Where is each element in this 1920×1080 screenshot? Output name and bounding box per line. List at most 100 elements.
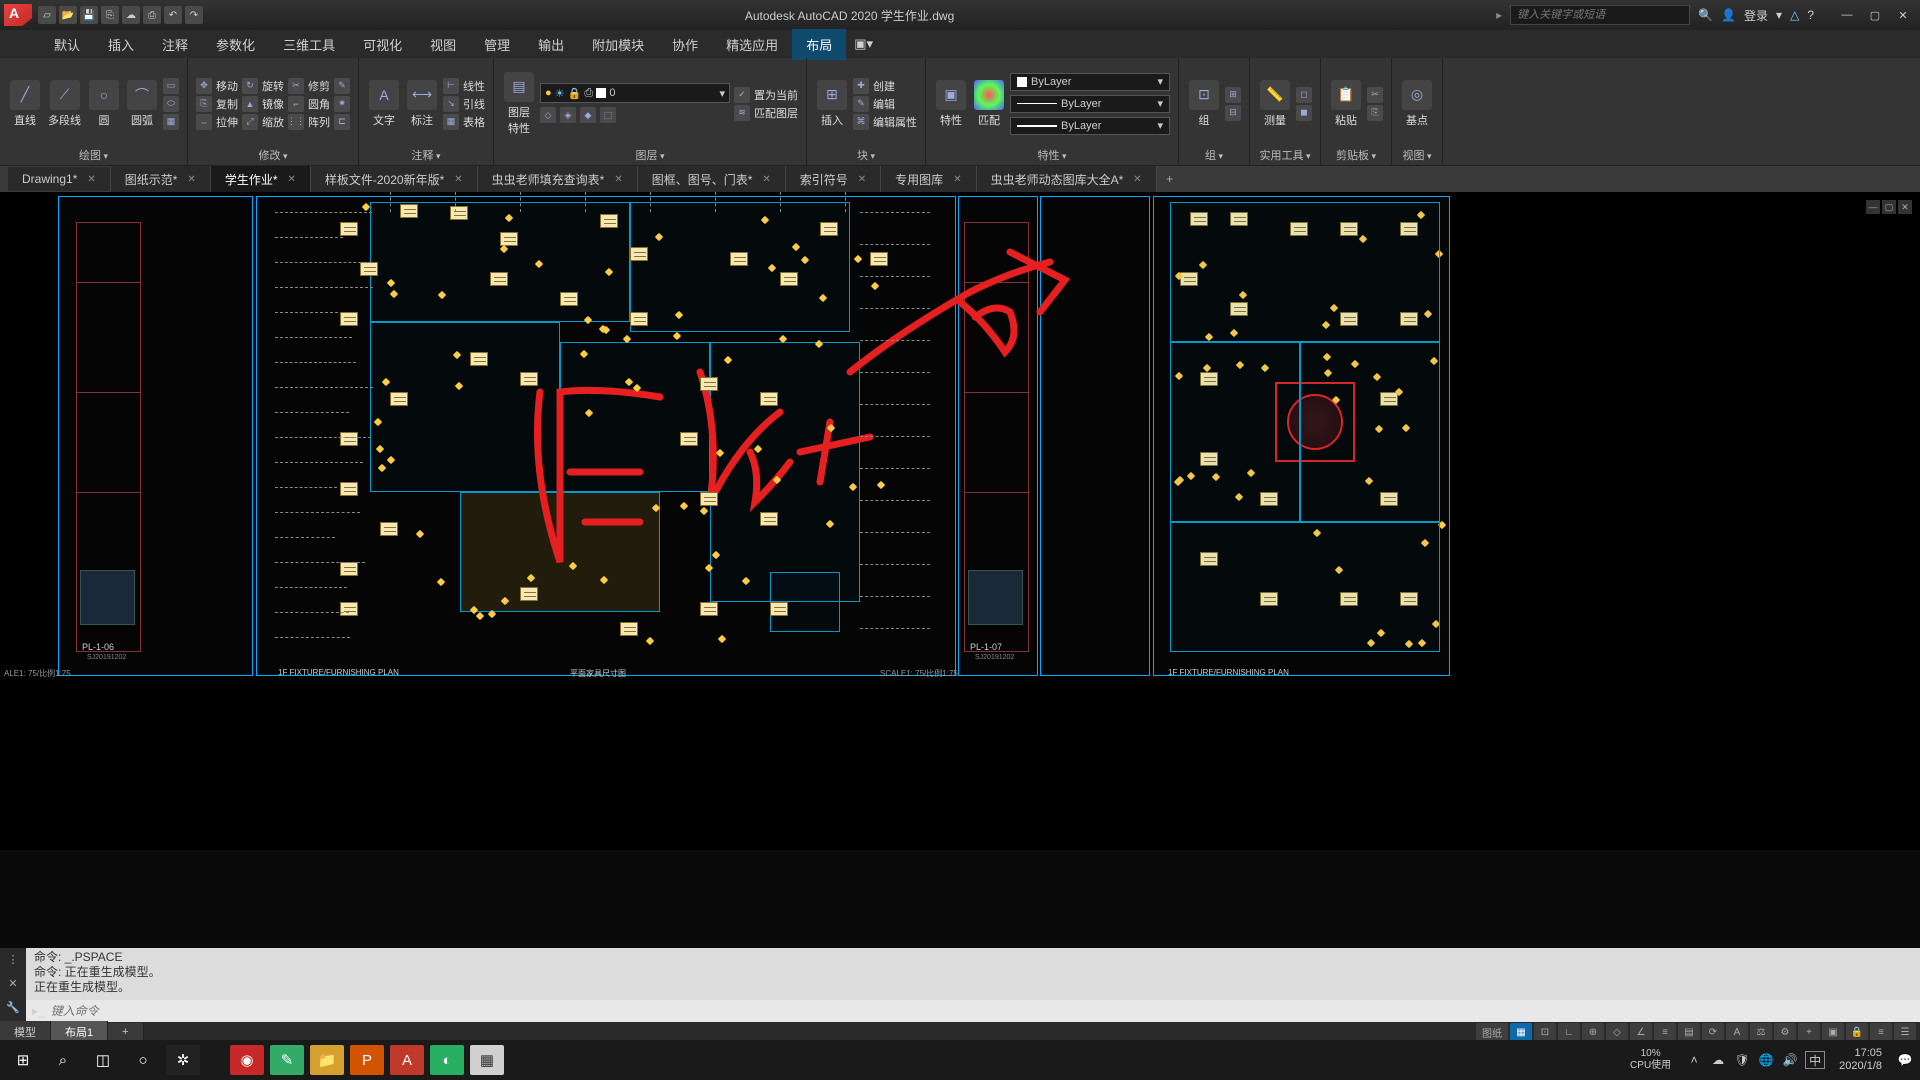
tab-close-icon[interactable]: ✕: [762, 174, 770, 185]
stretch-icon[interactable]: ⇔: [196, 114, 212, 130]
file-tab[interactable]: 学生作业*✕: [211, 166, 311, 193]
vp-max-icon[interactable]: ▢: [1882, 200, 1896, 214]
group-tool-icon[interactable]: ⊟: [1225, 105, 1241, 121]
tray-up-icon[interactable]: ˄: [1685, 1051, 1703, 1069]
cut-icon[interactable]: ✂: [1367, 87, 1383, 103]
cmd-wrench-icon[interactable]: 🔧: [0, 996, 26, 1020]
open-icon[interactable]: 📂: [59, 6, 77, 24]
status-polar-icon[interactable]: ⊕: [1582, 1023, 1604, 1041]
scale-icon[interactable]: ⤢: [242, 114, 258, 130]
status-menu-icon[interactable]: ☰: [1894, 1023, 1916, 1041]
erase-icon[interactable]: ✎: [334, 78, 350, 94]
save-icon[interactable]: 💾: [80, 6, 98, 24]
util-icon[interactable]: ◼: [1296, 105, 1312, 121]
trim-icon[interactable]: ✂: [288, 78, 304, 94]
maximize-button[interactable]: ▢: [1862, 6, 1888, 24]
layer-dropdown[interactable]: ● ☀ 🔒 ⎙ 0 ▾: [540, 83, 730, 103]
layout-tab-add[interactable]: +: [108, 1023, 143, 1041]
file-tab[interactable]: 虫虫老师填充查询表*✕: [478, 166, 638, 193]
tab-close-icon[interactable]: ✕: [454, 174, 462, 185]
status-transp-icon[interactable]: ▤: [1678, 1023, 1700, 1041]
explorer-icon[interactable]: 📁: [310, 1045, 344, 1075]
search-input[interactable]: [1510, 5, 1690, 25]
rect-icon[interactable]: ▭: [163, 78, 179, 94]
status-lock-icon[interactable]: 🔒: [1846, 1023, 1868, 1041]
tab-close-icon[interactable]: ✕: [87, 174, 95, 185]
saveas-icon[interactable]: ⎘: [101, 6, 119, 24]
file-tab[interactable]: 样板文件-2020新年版*✕: [311, 166, 478, 193]
linetype-dropdown[interactable]: ByLayer▾: [1010, 117, 1170, 135]
infocenter-arrow-icon[interactable]: ▸: [1496, 8, 1502, 22]
network-icon[interactable]: 🌐: [1757, 1051, 1775, 1069]
bedit-icon[interactable]: ✎: [853, 96, 869, 112]
tab-close-icon[interactable]: ✕: [287, 174, 295, 185]
start-button[interactable]: ⊞: [6, 1045, 40, 1075]
status-plus-icon[interactable]: +: [1798, 1023, 1820, 1041]
tab-3dtools[interactable]: 三维工具: [269, 29, 349, 60]
status-osnap-icon[interactable]: ◇: [1606, 1023, 1628, 1041]
text-button[interactable]: A文字: [367, 76, 401, 132]
status-ortho-icon[interactable]: ∟: [1558, 1023, 1580, 1041]
tab-expand-icon[interactable]: ▣▾: [846, 30, 881, 58]
vp-min-icon[interactable]: —: [1866, 200, 1880, 214]
layer-tool-icon[interactable]: ◇: [540, 107, 556, 123]
table-icon[interactable]: ▦: [443, 114, 459, 130]
battr-icon[interactable]: ⌘: [853, 114, 869, 130]
rotate-icon[interactable]: ↻: [242, 78, 258, 94]
status-paper[interactable]: 图纸: [1476, 1023, 1508, 1041]
arc-button[interactable]: ⌒圆弧: [125, 76, 159, 132]
status-scale-icon[interactable]: ⚖: [1750, 1023, 1772, 1041]
volume-icon[interactable]: 🔊: [1781, 1051, 1799, 1069]
status-grid-icon[interactable]: ▦: [1510, 1023, 1532, 1041]
app-icon[interactable]: ✎: [270, 1045, 304, 1075]
hatch-icon[interactable]: ▦: [163, 114, 179, 130]
app-icon[interactable]: ✲: [166, 1045, 200, 1075]
status-lwt-icon[interactable]: ≡: [1654, 1023, 1676, 1041]
props-button[interactable]: ▣特性: [934, 76, 968, 132]
command-input[interactable]: [51, 1004, 1914, 1018]
color-dropdown[interactable]: ByLayer▾: [1010, 73, 1170, 91]
cmd-handle-icon[interactable]: ⋮: [0, 948, 26, 972]
notifications-icon[interactable]: 💬: [1896, 1051, 1914, 1069]
file-tab[interactable]: Drawing1*✕: [8, 167, 111, 191]
status-cycle-icon[interactable]: ⟳: [1702, 1023, 1724, 1041]
search-icon[interactable]: ⌕: [46, 1045, 80, 1075]
exchange-icon[interactable]: ▾: [1776, 8, 1782, 22]
layer-tool-icon[interactable]: ◆: [580, 107, 596, 123]
taskview-icon[interactable]: ◫: [86, 1045, 120, 1075]
onedrive-icon[interactable]: ☁: [1709, 1051, 1727, 1069]
leader-icon[interactable]: ↘: [443, 96, 459, 112]
tab-collab[interactable]: 协作: [658, 29, 712, 60]
help-icon[interactable]: ?: [1807, 8, 1814, 22]
insert-button[interactable]: ⊞插入: [815, 76, 849, 132]
login-label[interactable]: 登录: [1744, 7, 1768, 24]
file-tab[interactable]: 专用图库✕: [881, 166, 976, 193]
file-tab[interactable]: 图框、图号、门表*✕: [638, 166, 786, 193]
cmd-close-icon[interactable]: ✕: [0, 972, 26, 996]
tab-manage[interactable]: 管理: [470, 29, 524, 60]
ellipse-icon[interactable]: ⬭: [163, 96, 179, 112]
ime-icon[interactable]: 中: [1805, 1051, 1825, 1069]
tab-close-icon[interactable]: ✕: [614, 174, 622, 185]
status-gear-icon[interactable]: ⚙: [1774, 1023, 1796, 1041]
explode-icon[interactable]: ✷: [334, 96, 350, 112]
tab-default[interactable]: 默认: [40, 29, 94, 60]
status-custom-icon[interactable]: ≡: [1870, 1023, 1892, 1041]
autocad-icon[interactable]: A: [390, 1045, 424, 1075]
move-icon[interactable]: ✥: [196, 78, 212, 94]
tab-add-button[interactable]: +: [1157, 169, 1183, 189]
match-button[interactable]: 匹配: [972, 76, 1006, 132]
group-tool-icon[interactable]: ⊞: [1225, 87, 1241, 103]
tab-close-icon[interactable]: ✕: [858, 174, 866, 185]
lineweight-dropdown[interactable]: ByLayer▾: [1010, 95, 1170, 113]
undo-icon[interactable]: ↶: [164, 6, 182, 24]
tab-close-icon[interactable]: ✕: [953, 174, 961, 185]
file-tab[interactable]: 索引符号✕: [786, 166, 881, 193]
circle-button[interactable]: ○圆: [87, 76, 121, 132]
tab-view[interactable]: 视图: [416, 29, 470, 60]
user-icon[interactable]: 👤: [1721, 8, 1736, 22]
copy-icon[interactable]: ⎘: [196, 96, 212, 112]
array-icon[interactable]: ⋮⋮: [288, 114, 304, 130]
measure-button[interactable]: 📏测量: [1258, 76, 1292, 132]
paste-button[interactable]: 📋粘贴: [1329, 76, 1363, 132]
